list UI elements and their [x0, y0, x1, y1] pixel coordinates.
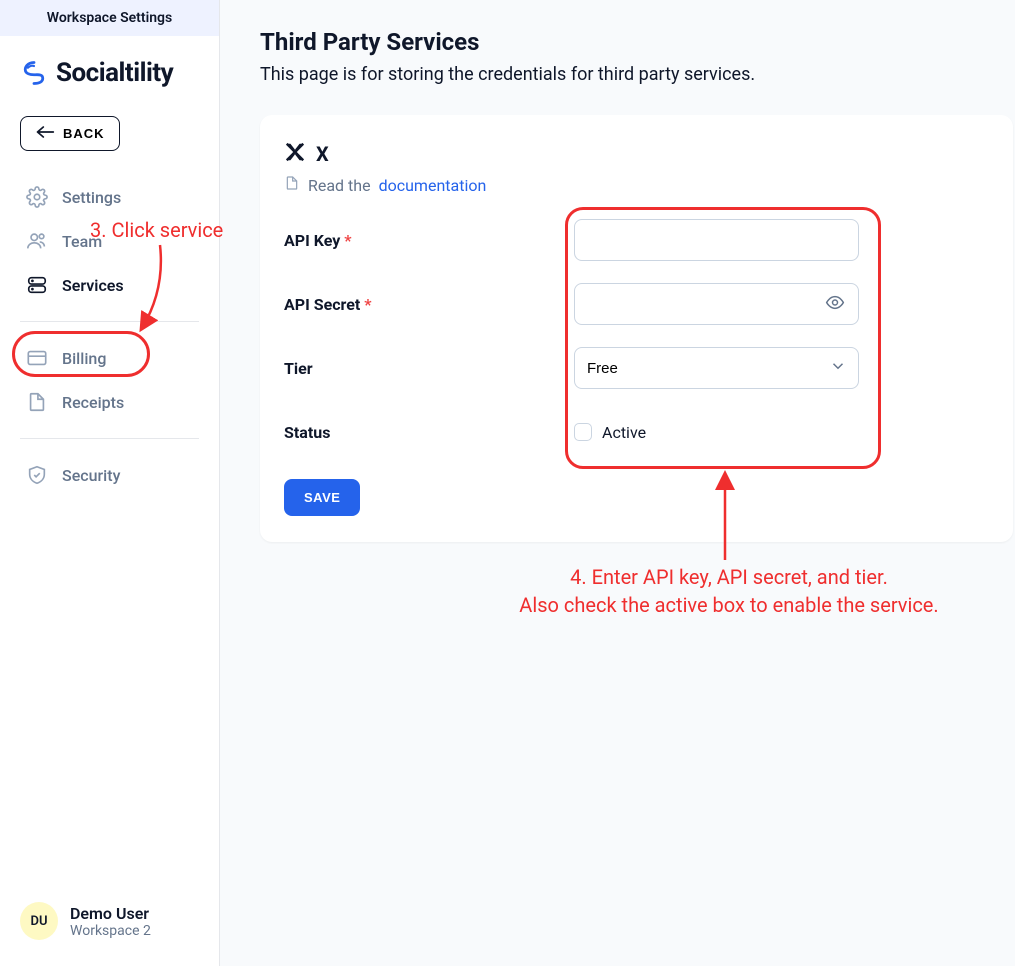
eye-icon: [825, 301, 845, 316]
service-name: X: [316, 142, 329, 166]
sidebar-item-label: Billing: [62, 349, 106, 368]
sidebar-item-label: Services: [62, 276, 124, 295]
main: Third Party Services This page is for st…: [220, 0, 1015, 966]
toggle-visibility-button[interactable]: [821, 289, 849, 320]
sidebar-item-label: Team: [62, 232, 102, 251]
user-meta: Demo User Workspace 2: [70, 904, 151, 939]
brand-name: Socialtility: [56, 58, 173, 88]
nav: Settings Team Services Billing: [0, 175, 219, 497]
nav-divider: [20, 321, 199, 322]
api-secret-input[interactable]: [574, 283, 859, 325]
active-checkbox-label: Active: [602, 423, 646, 442]
sidebar-item-label: Security: [62, 466, 120, 485]
user-name: Demo User: [70, 904, 151, 923]
shield-icon: [26, 464, 48, 486]
doc-row: Read the documentation: [284, 175, 989, 195]
doc-prefix: Read the: [308, 176, 371, 195]
brand: Socialtility: [0, 36, 219, 116]
file-icon: [284, 175, 300, 195]
status-label: Status: [284, 423, 574, 442]
users-icon: [26, 230, 48, 252]
back-label: BACK: [63, 126, 105, 141]
sidebar: Workspace Settings Socialtility BACK Se: [0, 0, 220, 966]
active-checkbox[interactable]: [574, 423, 592, 441]
sidebar-item-billing[interactable]: Billing: [14, 336, 205, 380]
arrow-left-icon: [35, 125, 55, 142]
back-button[interactable]: BACK: [20, 116, 120, 151]
save-button[interactable]: SAVE: [284, 479, 360, 516]
sidebar-item-settings[interactable]: Settings: [14, 175, 205, 219]
nav-divider: [20, 438, 199, 439]
api-key-input[interactable]: [574, 219, 859, 261]
user-block[interactable]: DU Demo User Workspace 2: [0, 884, 219, 966]
sidebar-item-security[interactable]: Security: [14, 453, 205, 497]
server-icon: [26, 274, 48, 296]
api-secret-label: API Secret *: [284, 295, 574, 314]
workspace-settings-tab[interactable]: Workspace Settings: [0, 0, 219, 36]
sidebar-item-label: Receipts: [62, 393, 124, 412]
page-title: Third Party Services: [260, 28, 1015, 56]
avatar: DU: [20, 902, 58, 940]
api-key-label: API Key *: [284, 231, 574, 250]
x-logo-icon: [284, 141, 306, 167]
sidebar-item-label: Settings: [62, 188, 121, 207]
documentation-link[interactable]: documentation: [379, 176, 487, 195]
page-subtitle: This page is for storing the credentials…: [260, 64, 1015, 85]
gear-icon: [26, 186, 48, 208]
sidebar-item-services[interactable]: Services: [14, 263, 205, 307]
file-icon: [26, 391, 48, 413]
sidebar-item-receipts[interactable]: Receipts: [14, 380, 205, 424]
credit-card-icon: [26, 347, 48, 369]
tier-select[interactable]: Free: [574, 347, 859, 389]
brand-logo-icon: [20, 59, 48, 87]
service-card: X Read the documentation API Key *: [260, 115, 1013, 542]
sidebar-item-team[interactable]: Team: [14, 219, 205, 263]
tier-label: Tier: [284, 359, 574, 378]
user-workspace: Workspace 2: [70, 923, 151, 939]
